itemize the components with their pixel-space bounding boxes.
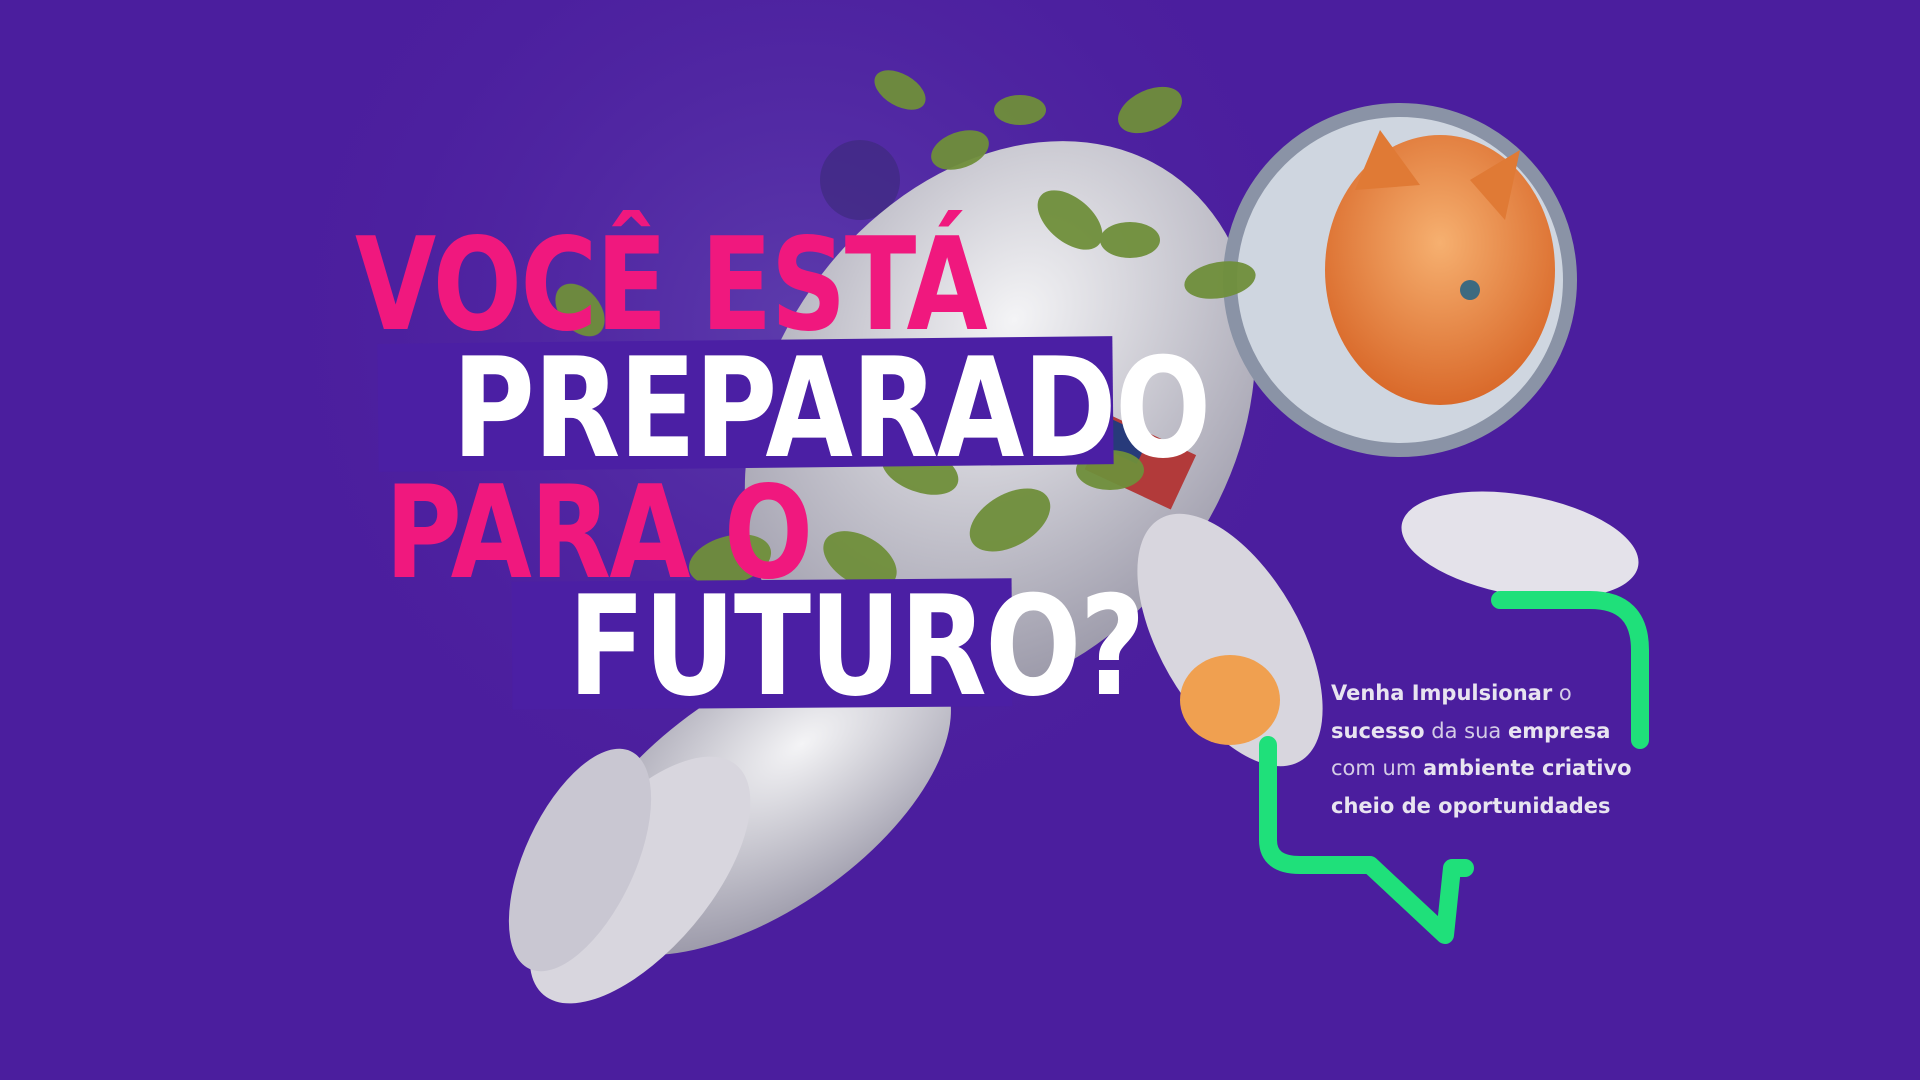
tagline-bold: ambiente criativo — [1422, 756, 1632, 780]
tagline-bold: cheio de oportunidades — [1331, 793, 1611, 818]
tagline-bold: sucesso — [1331, 718, 1425, 743]
tagline-light: da sua — [1431, 718, 1502, 743]
headline-line-2: PREPARADO — [452, 328, 1211, 489]
tagline-bold: Venha Impulsionar — [1331, 681, 1553, 705]
tagline-light: com um — [1331, 756, 1417, 780]
headline-line-4: FUTURO? — [568, 566, 1145, 727]
tagline-bold: empresa — [1507, 718, 1611, 743]
background-art — [240, 0, 1649, 1004]
tagline: Venha Impulsionar o sucesso da sua empre… — [1331, 675, 1632, 825]
tagline-light: o — [1558, 681, 1572, 705]
